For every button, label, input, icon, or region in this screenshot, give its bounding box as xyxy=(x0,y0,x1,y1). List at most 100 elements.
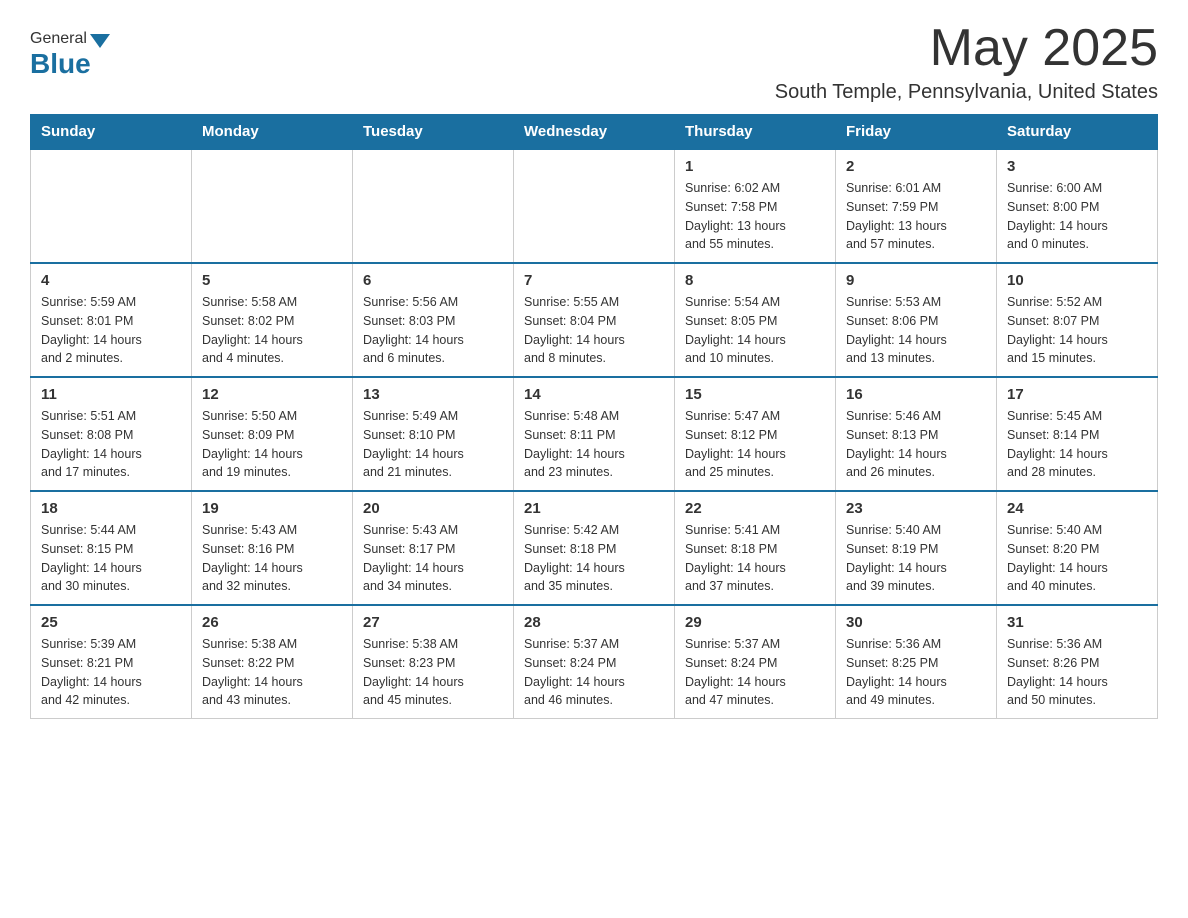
day-info: Sunrise: 5:48 AM Sunset: 8:11 PM Dayligh… xyxy=(524,407,664,482)
table-row: 3 Sunrise: 6:00 AM Sunset: 8:00 PM Daylig… xyxy=(997,149,1158,263)
day-number: 4 xyxy=(41,272,181,289)
day-number: 18 xyxy=(41,500,181,517)
day-info: Sunrise: 5:42 AM Sunset: 8:18 PM Dayligh… xyxy=(524,521,664,596)
day-number: 12 xyxy=(202,386,342,403)
day-number: 14 xyxy=(524,386,664,403)
day-info: Sunrise: 5:37 AM Sunset: 8:24 PM Dayligh… xyxy=(685,635,825,710)
table-row: 13 Sunrise: 5:49 AM Sunset: 8:10 PM Dayli… xyxy=(353,377,514,491)
day-number: 19 xyxy=(202,500,342,517)
day-number: 20 xyxy=(363,500,503,517)
month-title: May 2025 xyxy=(775,20,1158,77)
day-info: Sunrise: 6:01 AM Sunset: 7:59 PM Dayligh… xyxy=(846,179,986,254)
table-row: 10 Sunrise: 5:52 AM Sunset: 8:07 PM Dayli… xyxy=(997,263,1158,377)
day-info: Sunrise: 5:51 AM Sunset: 8:08 PM Dayligh… xyxy=(41,407,181,482)
day-info: Sunrise: 5:44 AM Sunset: 8:15 PM Dayligh… xyxy=(41,521,181,596)
day-info: Sunrise: 5:55 AM Sunset: 8:04 PM Dayligh… xyxy=(524,293,664,368)
day-info: Sunrise: 5:50 AM Sunset: 8:09 PM Dayligh… xyxy=(202,407,342,482)
table-row: 20Sunrise: 5:43 AM Sunset: 8:17 PM Dayli… xyxy=(353,491,514,605)
table-row xyxy=(192,149,353,263)
col-sunday: Sunday xyxy=(31,115,192,150)
table-row: 5 Sunrise: 5:58 AM Sunset: 8:02 PM Daylig… xyxy=(192,263,353,377)
table-row: 24Sunrise: 5:40 AM Sunset: 8:20 PM Dayli… xyxy=(997,491,1158,605)
col-friday: Friday xyxy=(836,115,997,150)
day-info: Sunrise: 5:39 AM Sunset: 8:21 PM Dayligh… xyxy=(41,635,181,710)
day-info: Sunrise: 5:37 AM Sunset: 8:24 PM Dayligh… xyxy=(524,635,664,710)
day-number: 11 xyxy=(41,386,181,403)
day-number: 9 xyxy=(846,272,986,289)
day-info: Sunrise: 5:59 AM Sunset: 8:01 PM Dayligh… xyxy=(41,293,181,368)
logo-blue-text: Blue xyxy=(30,48,91,80)
col-tuesday: Tuesday xyxy=(353,115,514,150)
day-info: Sunrise: 5:41 AM Sunset: 8:18 PM Dayligh… xyxy=(685,521,825,596)
day-number: 3 xyxy=(1007,158,1147,175)
day-number: 6 xyxy=(363,272,503,289)
table-row: 27 Sunrise: 5:38 AM Sunset: 8:23 PM Dayli… xyxy=(353,605,514,719)
day-number: 10 xyxy=(1007,272,1147,289)
day-info: Sunrise: 5:45 AM Sunset: 8:14 PM Dayligh… xyxy=(1007,407,1147,482)
day-info: Sunrise: 5:49 AM Sunset: 8:10 PM Dayligh… xyxy=(363,407,503,482)
calendar-header-row: Sunday Monday Tuesday Wednesday Thursday… xyxy=(31,115,1158,150)
table-row: 21 Sunrise: 5:42 AM Sunset: 8:18 PM Dayli… xyxy=(514,491,675,605)
day-number: 15 xyxy=(685,386,825,403)
calendar-table: Sunday Monday Tuesday Wednesday Thursday… xyxy=(30,114,1158,719)
table-row xyxy=(514,149,675,263)
table-row: 23Sunrise: 5:40 AM Sunset: 8:19 PM Dayli… xyxy=(836,491,997,605)
day-number: 2 xyxy=(846,158,986,175)
calendar-week-row: 11 Sunrise: 5:51 AM Sunset: 8:08 PM Dayli… xyxy=(31,377,1158,491)
day-number: 24 xyxy=(1007,500,1147,517)
day-number: 22 xyxy=(685,500,825,517)
table-row xyxy=(31,149,192,263)
day-number: 7 xyxy=(524,272,664,289)
table-row: 14 Sunrise: 5:48 AM Sunset: 8:11 PM Dayli… xyxy=(514,377,675,491)
day-info: Sunrise: 5:53 AM Sunset: 8:06 PM Dayligh… xyxy=(846,293,986,368)
day-number: 1 xyxy=(685,158,825,175)
table-row: 31 Sunrise: 5:36 AM Sunset: 8:26 PM Dayli… xyxy=(997,605,1158,719)
table-row: 9 Sunrise: 5:53 AM Sunset: 8:06 PM Daylig… xyxy=(836,263,997,377)
table-row: 4 Sunrise: 5:59 AM Sunset: 8:01 PM Daylig… xyxy=(31,263,192,377)
table-row: 30 Sunrise: 5:36 AM Sunset: 8:25 PM Dayli… xyxy=(836,605,997,719)
table-row: 12 Sunrise: 5:50 AM Sunset: 8:09 PM Dayli… xyxy=(192,377,353,491)
day-number: 31 xyxy=(1007,614,1147,631)
calendar-week-row: 18 Sunrise: 5:44 AM Sunset: 8:15 PM Dayli… xyxy=(31,491,1158,605)
day-info: Sunrise: 6:00 AM Sunset: 8:00 PM Dayligh… xyxy=(1007,179,1147,254)
calendar-week-row: 25Sunrise: 5:39 AM Sunset: 8:21 PM Dayli… xyxy=(31,605,1158,719)
table-row: 15 Sunrise: 5:47 AM Sunset: 8:12 PM Dayli… xyxy=(675,377,836,491)
table-row: 8 Sunrise: 5:54 AM Sunset: 8:05 PM Daylig… xyxy=(675,263,836,377)
day-number: 17 xyxy=(1007,386,1147,403)
day-info: Sunrise: 5:43 AM Sunset: 8:16 PM Dayligh… xyxy=(202,521,342,596)
table-row: 16Sunrise: 5:46 AM Sunset: 8:13 PM Dayli… xyxy=(836,377,997,491)
location-title: South Temple, Pennsylvania, United State… xyxy=(775,81,1158,104)
col-monday: Monday xyxy=(192,115,353,150)
day-number: 26 xyxy=(202,614,342,631)
table-row: 19 Sunrise: 5:43 AM Sunset: 8:16 PM Dayli… xyxy=(192,491,353,605)
day-info: Sunrise: 5:52 AM Sunset: 8:07 PM Dayligh… xyxy=(1007,293,1147,368)
day-number: 27 xyxy=(363,614,503,631)
day-info: Sunrise: 6:02 AM Sunset: 7:58 PM Dayligh… xyxy=(685,179,825,254)
day-number: 29 xyxy=(685,614,825,631)
day-info: Sunrise: 5:58 AM Sunset: 8:02 PM Dayligh… xyxy=(202,293,342,368)
day-number: 21 xyxy=(524,500,664,517)
col-saturday: Saturday xyxy=(997,115,1158,150)
day-info: Sunrise: 5:47 AM Sunset: 8:12 PM Dayligh… xyxy=(685,407,825,482)
day-info: Sunrise: 5:54 AM Sunset: 8:05 PM Dayligh… xyxy=(685,293,825,368)
day-info: Sunrise: 5:38 AM Sunset: 8:23 PM Dayligh… xyxy=(363,635,503,710)
table-row: 29 Sunrise: 5:37 AM Sunset: 8:24 PM Dayli… xyxy=(675,605,836,719)
table-row: 11 Sunrise: 5:51 AM Sunset: 8:08 PM Dayli… xyxy=(31,377,192,491)
calendar-week-row: 1 Sunrise: 6:02 AM Sunset: 7:58 PM Daylig… xyxy=(31,149,1158,263)
day-number: 30 xyxy=(846,614,986,631)
logo: General Blue xyxy=(30,20,110,80)
day-info: Sunrise: 5:36 AM Sunset: 8:26 PM Dayligh… xyxy=(1007,635,1147,710)
table-row: 28Sunrise: 5:37 AM Sunset: 8:24 PM Dayli… xyxy=(514,605,675,719)
day-number: 13 xyxy=(363,386,503,403)
day-number: 5 xyxy=(202,272,342,289)
day-info: Sunrise: 5:40 AM Sunset: 8:19 PM Dayligh… xyxy=(846,521,986,596)
calendar-week-row: 4 Sunrise: 5:59 AM Sunset: 8:01 PM Daylig… xyxy=(31,263,1158,377)
logo-arrow-icon xyxy=(90,34,110,48)
day-number: 8 xyxy=(685,272,825,289)
table-row: 2 Sunrise: 6:01 AM Sunset: 7:59 PM Daylig… xyxy=(836,149,997,263)
table-row: 6 Sunrise: 5:56 AM Sunset: 8:03 PM Daylig… xyxy=(353,263,514,377)
table-row: 22 Sunrise: 5:41 AM Sunset: 8:18 PM Dayli… xyxy=(675,491,836,605)
table-row: 26Sunrise: 5:38 AM Sunset: 8:22 PM Dayli… xyxy=(192,605,353,719)
day-info: Sunrise: 5:36 AM Sunset: 8:25 PM Dayligh… xyxy=(846,635,986,710)
day-info: Sunrise: 5:56 AM Sunset: 8:03 PM Dayligh… xyxy=(363,293,503,368)
